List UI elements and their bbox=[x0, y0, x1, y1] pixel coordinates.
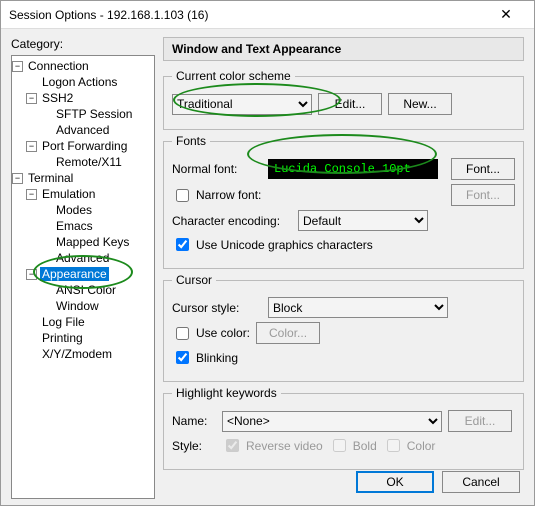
unicode-graphics-checkbox[interactable] bbox=[176, 238, 189, 251]
tree-ansi-color[interactable]: ANSI Color bbox=[12, 282, 154, 298]
use-color-checkbox[interactable] bbox=[176, 327, 189, 340]
highlight-group: Highlight keywords Name: <None> Edit... … bbox=[163, 386, 524, 470]
close-icon[interactable]: ✕ bbox=[486, 6, 526, 23]
cursor-group: Cursor Cursor style: Block Use color: Co… bbox=[163, 273, 524, 382]
category-label: Category: bbox=[11, 37, 155, 51]
cursor-style-select[interactable]: Block bbox=[268, 297, 448, 318]
color-scheme-select[interactable]: Traditional bbox=[172, 94, 312, 115]
hl-name-select[interactable]: <None> bbox=[222, 411, 442, 432]
ok-button[interactable]: OK bbox=[356, 471, 434, 493]
tree-remote-x11[interactable]: Remote/X11 bbox=[12, 154, 154, 170]
hl-reverse-check: Reverse video bbox=[222, 436, 323, 455]
encoding-select[interactable]: Default bbox=[298, 210, 428, 231]
unicode-graphics-check[interactable]: Use Unicode graphics characters bbox=[172, 235, 373, 254]
tree-xyzmodem[interactable]: X/Y/Zmodem bbox=[12, 346, 154, 362]
use-color-check[interactable]: Use color: bbox=[172, 324, 250, 343]
highlight-legend: Highlight keywords bbox=[172, 386, 281, 400]
tree-ssh2[interactable]: −SSH2 bbox=[12, 90, 154, 106]
tree-connection[interactable]: −Connection bbox=[12, 58, 154, 74]
hl-reverse-checkbox bbox=[226, 439, 239, 452]
cursor-legend: Cursor bbox=[172, 273, 216, 287]
session-options-dialog: Session Options - 192.168.1.103 (16) ✕ C… bbox=[0, 0, 535, 506]
fonts-group: Fonts Normal font: Lucida Console 10pt F… bbox=[163, 134, 524, 269]
color-scheme-legend: Current color scheme bbox=[172, 69, 295, 83]
hl-color-check: Color bbox=[383, 436, 436, 455]
tree-log-file[interactable]: Log File bbox=[12, 314, 154, 330]
narrow-font-button: Font... bbox=[451, 184, 515, 206]
hl-color-checkbox bbox=[387, 439, 400, 452]
color-scheme-group: Current color scheme Traditional Edit...… bbox=[163, 69, 524, 130]
tree-emulation[interactable]: −Emulation bbox=[12, 186, 154, 202]
tree-port-forwarding[interactable]: −Port Forwarding bbox=[12, 138, 154, 154]
normal-font-label: Normal font: bbox=[172, 162, 262, 176]
tree-appearance[interactable]: −Appearance bbox=[12, 266, 154, 282]
tree-ssh2-advanced[interactable]: Advanced bbox=[12, 122, 154, 138]
scheme-new-button[interactable]: New... bbox=[388, 93, 452, 115]
tree-window[interactable]: Window bbox=[12, 298, 154, 314]
blinking-check[interactable]: Blinking bbox=[172, 348, 238, 367]
category-tree[interactable]: −Connection Logon Actions −SSH2 SFTP Ses… bbox=[11, 55, 155, 499]
narrow-font-checkbox[interactable] bbox=[176, 189, 189, 202]
cursor-style-label: Cursor style: bbox=[172, 301, 262, 315]
hl-bold-check: Bold bbox=[329, 436, 377, 455]
tree-mapped-keys[interactable]: Mapped Keys bbox=[12, 234, 154, 250]
hl-edit-button: Edit... bbox=[448, 410, 512, 432]
titlebar: Session Options - 192.168.1.103 (16) ✕ bbox=[1, 1, 534, 29]
tree-sftp-session[interactable]: SFTP Session bbox=[12, 106, 154, 122]
encoding-label: Character encoding: bbox=[172, 214, 292, 228]
tree-emu-advanced[interactable]: Advanced bbox=[12, 250, 154, 266]
hl-bold-checkbox bbox=[333, 439, 346, 452]
window-title: Session Options - 192.168.1.103 (16) bbox=[9, 8, 486, 22]
hl-name-label: Name: bbox=[172, 414, 216, 428]
font-preview: Lucida Console 10pt bbox=[268, 159, 438, 179]
cancel-button[interactable]: Cancel bbox=[442, 471, 520, 493]
blinking-checkbox[interactable] bbox=[176, 351, 189, 364]
tree-printing[interactable]: Printing bbox=[12, 330, 154, 346]
tree-modes[interactable]: Modes bbox=[12, 202, 154, 218]
tree-logon-actions[interactable]: Logon Actions bbox=[12, 74, 154, 90]
tree-terminal[interactable]: −Terminal bbox=[12, 170, 154, 186]
tree-emacs[interactable]: Emacs bbox=[12, 218, 154, 234]
font-button[interactable]: Font... bbox=[451, 158, 515, 180]
narrow-font-check[interactable]: Narrow font: bbox=[172, 186, 261, 205]
scheme-edit-button[interactable]: Edit... bbox=[318, 93, 382, 115]
cursor-color-button: Color... bbox=[256, 322, 320, 344]
fonts-legend: Fonts bbox=[172, 134, 210, 148]
hl-style-label: Style: bbox=[172, 439, 216, 453]
pane-header: Window and Text Appearance bbox=[163, 37, 524, 61]
